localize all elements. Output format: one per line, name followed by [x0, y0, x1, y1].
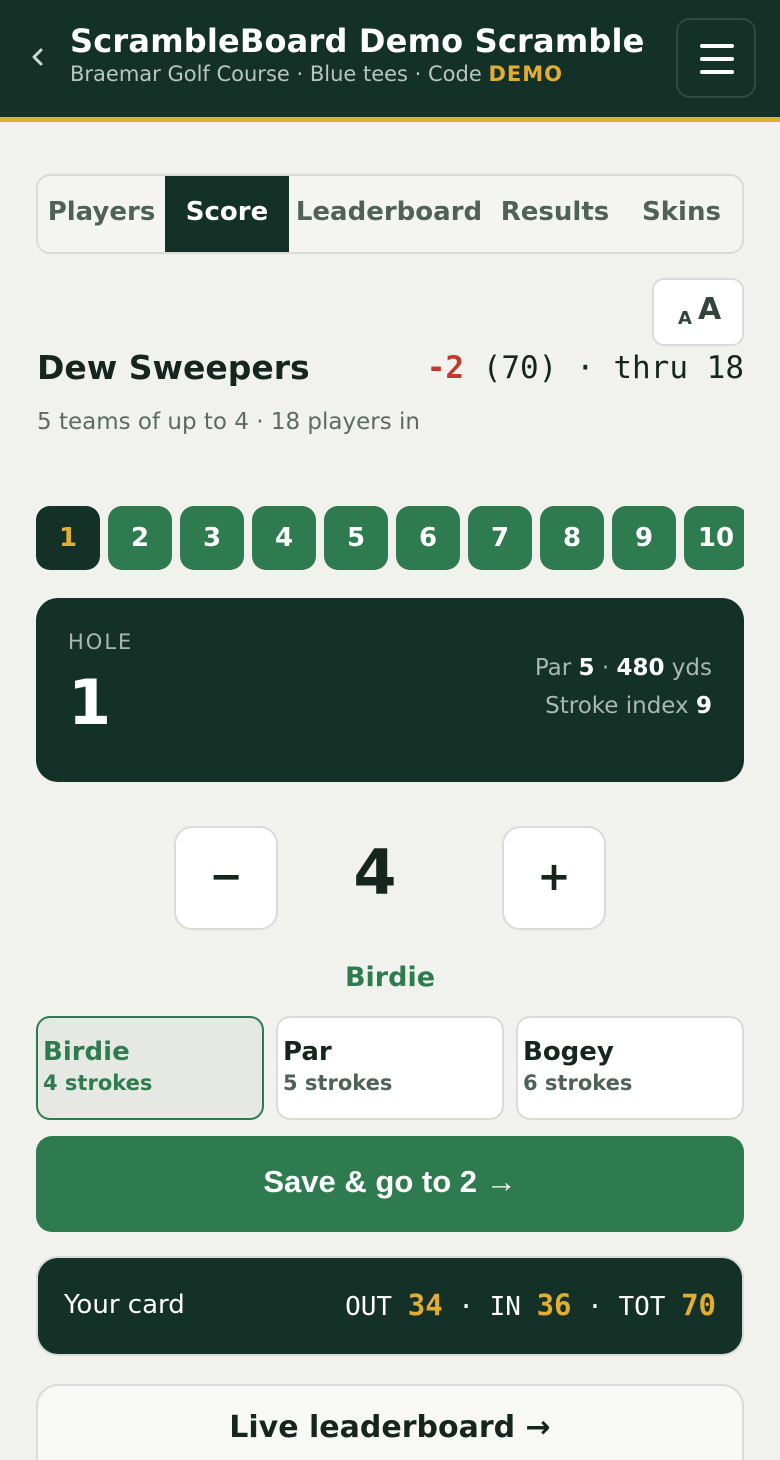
- decrement-strokes-button[interactable]: −: [174, 826, 278, 930]
- yards-value: 480: [616, 655, 665, 681]
- out-label: OUT: [345, 1292, 408, 1322]
- hamburger-menu-icon-bar: [700, 57, 734, 61]
- hamburger-menu-icon: [700, 44, 734, 48]
- out-value: 34: [407, 1288, 443, 1322]
- stroke-index-value: 9: [695, 693, 712, 719]
- font-small-icon: A: [678, 308, 692, 329]
- team-to-par: -2: [426, 350, 465, 386]
- app-header: ScrambleBoard Demo Scramble Braemar Golf…: [0, 0, 780, 122]
- card-label: Your card: [64, 1290, 185, 1320]
- hole-button-2[interactable]: 2: [108, 506, 172, 570]
- page-title: ScrambleBoard Demo Scramble: [70, 22, 645, 60]
- hamburger-menu-icon-bar: [700, 70, 734, 74]
- hole-stroke-index: Stroke index 9: [545, 693, 712, 719]
- hole-button-10[interactable]: 10: [684, 506, 744, 570]
- hole-button-8[interactable]: 8: [540, 506, 604, 570]
- tab-results[interactable]: Results: [489, 176, 621, 252]
- font-large-icon: A: [698, 292, 722, 327]
- hole-selector: 1 2 3 4 5 6 7 8 9 10: [36, 506, 744, 570]
- live-leaderboard-button[interactable]: Live leaderboard →: [36, 1384, 744, 1460]
- par-value: 5: [578, 655, 595, 681]
- team-score-detail: (70) · thru 18: [464, 350, 744, 386]
- hole-button-3[interactable]: 3: [180, 506, 244, 570]
- hole-button-5[interactable]: 5: [324, 506, 388, 570]
- team-meta: 5 teams of up to 4 · 18 players in: [37, 409, 420, 435]
- increment-strokes-button[interactable]: +: [502, 826, 606, 930]
- hole-par-yardage: Par 5 · 480 yds: [535, 655, 712, 681]
- team-score: -2 (70) · thru 18: [427, 350, 744, 386]
- chevron-left-icon[interactable]: [26, 42, 50, 72]
- hole-button-9[interactable]: 9: [612, 506, 676, 570]
- hole-button-4[interactable]: 4: [252, 506, 316, 570]
- course-info: Braemar Golf Course · Blue tees · Code: [70, 62, 489, 86]
- tot-label: · TOT: [571, 1292, 682, 1322]
- stroke-count: 4: [353, 836, 397, 909]
- card-totals: OUT 34 · IN 36 · TOT 70: [345, 1288, 716, 1322]
- in-value: 36: [536, 1288, 572, 1322]
- tab-bar: Players Score Leaderboard Results Skins: [36, 174, 744, 254]
- tab-leaderboard[interactable]: Leaderboard: [289, 176, 489, 252]
- your-card-summary[interactable]: Your card OUT 34 · IN 36 · TOT 70: [36, 1256, 744, 1356]
- quick-pick-bogey[interactable]: Bogey 6 strokes: [516, 1016, 744, 1120]
- hole-button-7[interactable]: 7: [468, 506, 532, 570]
- hole-button-1[interactable]: 1: [36, 506, 100, 570]
- hole-label: HOLE: [68, 630, 134, 654]
- course-subtitle: Braemar Golf Course · Blue tees · Code D…: [70, 62, 563, 86]
- score-result-label: Birdie: [344, 962, 436, 993]
- team-name: Dew Sweepers: [37, 348, 310, 387]
- pick-name: Birdie: [43, 1037, 130, 1067]
- pick-strokes: 6 strokes: [523, 1071, 633, 1095]
- hole-info-card: HOLE 1 Par 5 · 480 yds Stroke index 9: [36, 598, 744, 782]
- pick-name: Par: [283, 1037, 332, 1067]
- tab-skins[interactable]: Skins: [621, 176, 742, 252]
- tot-value: 70: [681, 1288, 716, 1322]
- font-size-toggle-button[interactable]: A A: [652, 278, 744, 346]
- quick-pick-par[interactable]: Par 5 strokes: [276, 1016, 504, 1120]
- pick-strokes: 5 strokes: [283, 1071, 393, 1095]
- pick-strokes: 4 strokes: [43, 1071, 153, 1095]
- save-next-button[interactable]: Save & go to 2 →: [36, 1136, 744, 1232]
- event-code: DEMO: [488, 62, 563, 86]
- tab-score[interactable]: Score: [165, 176, 289, 252]
- hole-button-6[interactable]: 6: [396, 506, 460, 570]
- quick-pick-birdie[interactable]: Birdie 4 strokes: [36, 1016, 264, 1120]
- separator: ·: [594, 655, 617, 681]
- in-label: · IN: [442, 1292, 537, 1322]
- pick-name: Bogey: [523, 1037, 614, 1067]
- tab-players[interactable]: Players: [38, 176, 165, 252]
- hole-number: 1: [68, 666, 112, 739]
- menu-button[interactable]: [676, 18, 756, 98]
- yards-unit: yds: [664, 655, 712, 681]
- par-label: Par: [534, 655, 579, 681]
- stroke-index-label: Stroke index: [545, 693, 696, 719]
